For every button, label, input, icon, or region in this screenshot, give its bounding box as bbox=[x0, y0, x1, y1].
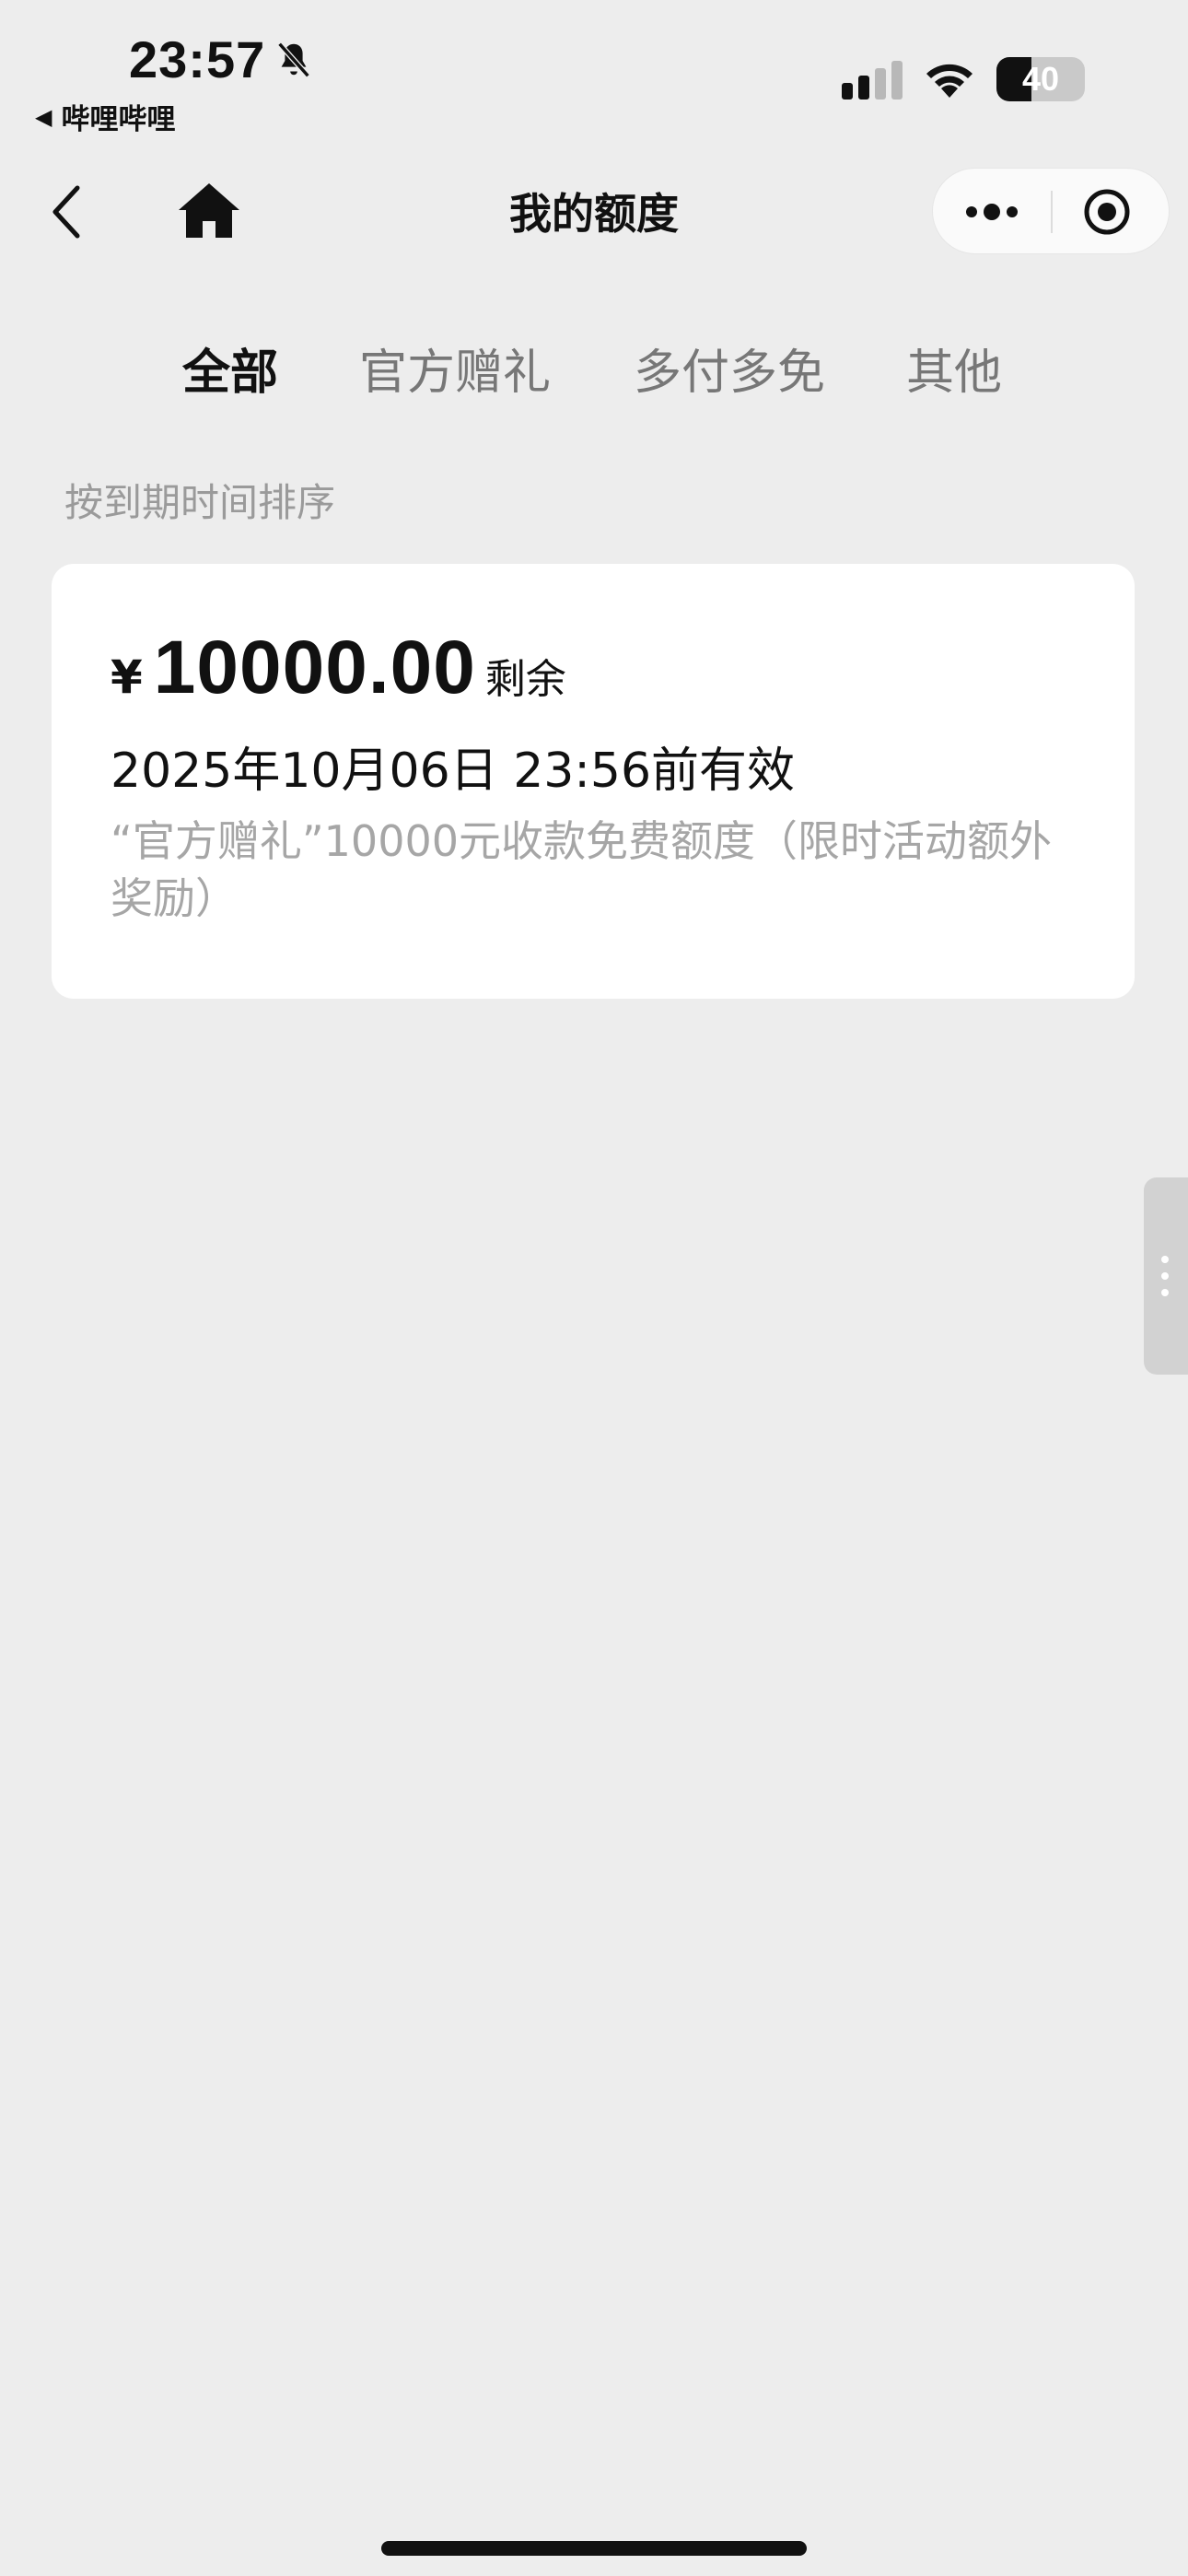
capsule-divider bbox=[1051, 191, 1053, 233]
valid-until: 2025年10月06日 23:56前有效 bbox=[111, 744, 796, 799]
side-drawer-handle[interactable] bbox=[1144, 1177, 1188, 1375]
battery-text: 40 bbox=[1021, 60, 1060, 98]
amount-row: ¥ 10000.00 剩余 bbox=[111, 625, 566, 711]
back-to-app-link[interactable]: ◀ 哔哩哔哩 bbox=[35, 96, 175, 137]
bell-slash-icon bbox=[277, 41, 310, 78]
tab-other[interactable]: 其他 bbox=[906, 334, 1002, 403]
status-time: 23:57 bbox=[129, 30, 266, 88]
wifi-icon bbox=[926, 64, 973, 98]
battery-icon: 40 bbox=[996, 57, 1085, 101]
tab-all[interactable]: 全部 bbox=[182, 334, 278, 403]
signal-icon bbox=[842, 61, 903, 100]
tab-pay-more-free-more[interactable]: 多付多免 bbox=[634, 334, 825, 403]
quota-description: “官方赠礼”10000元收款免费额度（限时活动额外奖励） bbox=[111, 816, 1052, 923]
mini-program-capsule bbox=[932, 168, 1170, 254]
home-indicator[interactable] bbox=[381, 2541, 807, 2556]
quota-card[interactable]: ¥ 10000.00 剩余 2025年10月06日 23:56前有效 “官方赠礼… bbox=[52, 564, 1135, 999]
more-dots-icon[interactable] bbox=[962, 196, 1021, 228]
filter-tabs: 全部 官方赠礼 多付多免 其他 bbox=[0, 334, 1188, 407]
page: 23:57 ◀ 哔哩哔哩 40 我的额度 全部 官方赠礼 多付多免 其他 按到期… bbox=[0, 0, 1188, 2576]
back-triangle-icon: ◀ bbox=[35, 103, 52, 130]
battery-tip bbox=[1078, 70, 1084, 88]
quota-amount: 10000.00 bbox=[153, 626, 476, 709]
sort-label: 按到期时间排序 bbox=[64, 480, 336, 525]
target-close-icon[interactable] bbox=[1082, 187, 1132, 237]
back-app-label: 哔哩哔哩 bbox=[61, 103, 176, 136]
remaining-label: 剩余 bbox=[484, 656, 566, 703]
tab-official-gift[interactable]: 官方赠礼 bbox=[359, 334, 551, 403]
currency-symbol: ¥ bbox=[111, 650, 143, 704]
vertical-dots-icon bbox=[1161, 1256, 1169, 1296]
